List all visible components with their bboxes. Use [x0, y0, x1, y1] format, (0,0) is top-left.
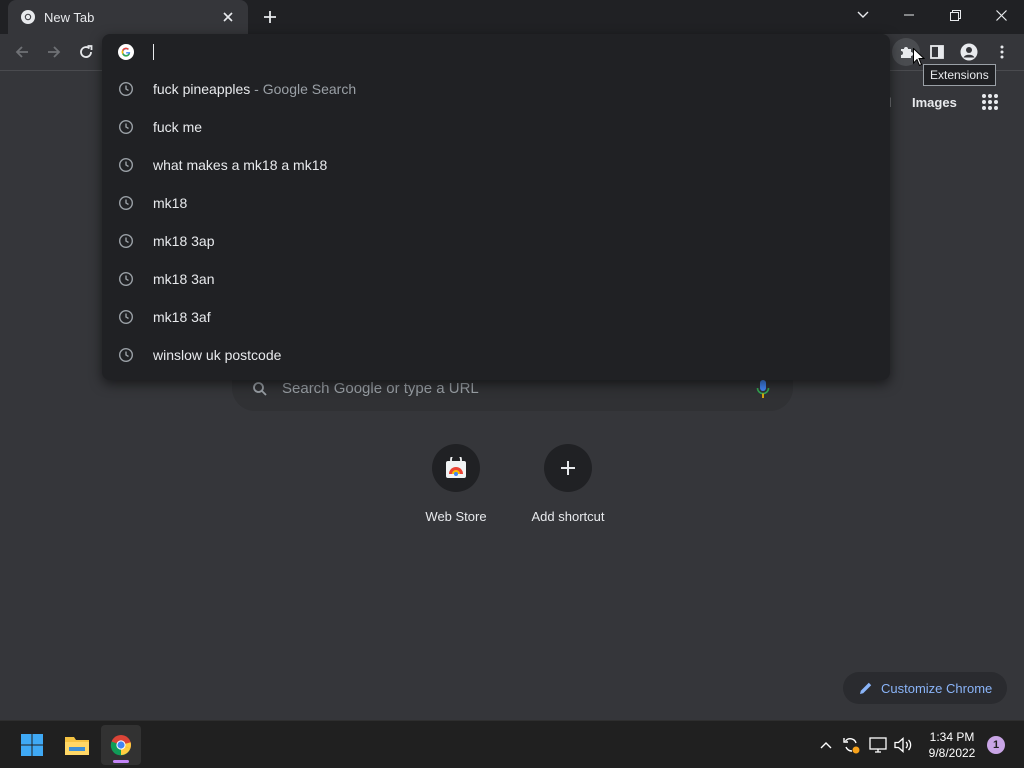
history-icon: [118, 195, 134, 211]
start-button[interactable]: [12, 725, 52, 765]
clock-time: 1:34 PM: [929, 730, 975, 744]
google-apps-grid-icon[interactable]: [977, 89, 1003, 115]
suggestion-item[interactable]: mk18 3an: [102, 260, 890, 298]
reload-button[interactable]: [72, 38, 100, 66]
file-explorer-button[interactable]: [57, 725, 97, 765]
suggestion-text: winslow uk postcode: [153, 347, 282, 363]
close-tab-icon[interactable]: [218, 7, 238, 27]
minimize-button[interactable]: [886, 0, 932, 30]
suggestion-item[interactable]: winslow uk postcode: [102, 336, 890, 374]
puzzle-icon: [901, 47, 913, 58]
chevron-up-icon[interactable]: [816, 735, 836, 755]
search-icon: [252, 381, 268, 397]
active-indicator: [113, 760, 129, 763]
shortcut-add[interactable]: Add shortcut: [512, 444, 624, 534]
suggestion-subtext: - Google Search: [250, 81, 357, 97]
notification-badge[interactable]: 1: [987, 736, 1005, 754]
close-window-button[interactable]: [978, 0, 1024, 30]
clock-date: 9/8/2022: [928, 746, 976, 760]
new-tab-button[interactable]: [258, 5, 282, 29]
shortcut-label: Add shortcut: [531, 509, 605, 524]
title-bar: New Tab: [0, 0, 1024, 34]
omnibox-input[interactable]: [102, 34, 890, 70]
menu-kebab-icon[interactable]: [988, 38, 1016, 66]
windows-logo-icon: [21, 734, 43, 756]
taskbar: 1:34 PM 9/8/2022 1: [0, 720, 1024, 768]
chrome-icon: [20, 9, 36, 25]
chrome-taskbar-button[interactable]: [101, 725, 141, 765]
volume-icon[interactable]: [893, 735, 913, 755]
suggestion-item[interactable]: fuck me: [102, 108, 890, 146]
suggestion-text: mk18 3an: [153, 271, 215, 287]
history-icon: [118, 271, 134, 287]
text-caret: [153, 44, 154, 60]
suggestion-text: fuck me: [153, 119, 203, 135]
customize-chrome-button[interactable]: Customize Chrome: [843, 672, 1007, 704]
shortcut-label: Web Store: [425, 509, 487, 524]
suggestion-text: mk18: [153, 195, 188, 211]
suggestion-item[interactable]: mk18: [102, 184, 890, 222]
microphone-icon[interactable]: [751, 377, 775, 401]
suggestion-item[interactable]: fuck pineapples - Google Search: [102, 70, 890, 108]
omnibox-dropdown: fuck pineapples - Google Search fuck me …: [102, 34, 890, 380]
profile-button[interactable]: [955, 38, 983, 66]
search-placeholder: Search Google or type a URL: [282, 380, 479, 397]
tab-new-tab[interactable]: New Tab: [8, 0, 248, 34]
shortcut-web-store[interactable]: Web Store: [400, 444, 512, 534]
tab-search-chevron-icon[interactable]: [840, 0, 886, 30]
tab-title: New Tab: [44, 9, 95, 25]
suggestion-text: mk18 3ap: [153, 233, 215, 249]
pencil-icon: [859, 681, 873, 695]
images-link[interactable]: Images: [912, 95, 957, 110]
restore-button[interactable]: [932, 0, 978, 30]
folder-icon: [65, 737, 89, 755]
suggestion-item[interactable]: mk18 3af: [102, 298, 890, 336]
history-icon: [118, 119, 134, 135]
suggestion-item[interactable]: what makes a mk18 a mk18: [102, 146, 890, 184]
sync-update-icon[interactable]: [841, 735, 861, 755]
network-icon[interactable]: [868, 735, 888, 755]
history-icon: [118, 157, 134, 173]
taskbar-clock[interactable]: 1:34 PM 9/8/2022: [922, 729, 982, 761]
history-icon: [118, 81, 134, 97]
chrome-color-icon: [110, 735, 131, 756]
history-icon: [118, 233, 134, 249]
suggestion-text: what makes a mk18 a mk18: [153, 157, 328, 173]
web-store-icon: [432, 444, 480, 492]
suggestion-text: fuck pineapples: [153, 81, 251, 97]
customize-chrome-label: Customize Chrome: [881, 680, 993, 696]
extensions-tooltip: Extensions: [923, 64, 996, 86]
plus-icon: [544, 444, 592, 492]
history-icon: [118, 309, 134, 325]
history-icon: [118, 347, 134, 363]
suggestion-text: mk18 3af: [153, 309, 211, 325]
google-g-icon: [118, 44, 134, 60]
forward-button[interactable]: [40, 38, 68, 66]
back-button[interactable]: [8, 38, 36, 66]
side-panel-button[interactable]: [923, 38, 951, 66]
suggestion-item[interactable]: mk18 3ap: [102, 222, 890, 260]
